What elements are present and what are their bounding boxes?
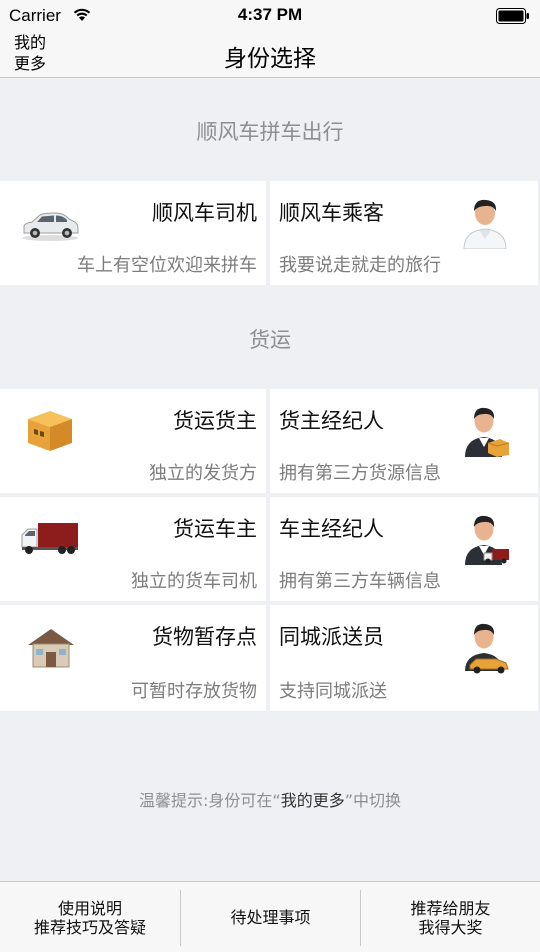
tab-usage-guide[interactable]: 使用说明 推荐技巧及答疑 bbox=[0, 882, 180, 952]
tab-label-line1: 使用说明 bbox=[57, 898, 122, 918]
card-name: 货物暂存点 bbox=[152, 625, 257, 649]
card-name: 顺风车乘客 bbox=[279, 201, 384, 225]
card-storage-point[interactable]: 货物暂存点 可暂时存放货物 bbox=[0, 605, 266, 711]
page-title: 身份选择 bbox=[224, 46, 316, 72]
hint-suffix: ”中切换 bbox=[344, 791, 401, 810]
clock: 4:37 PM bbox=[237, 5, 303, 24]
card-name: 车主经纪人 bbox=[279, 517, 384, 541]
card-desc: 拥有第三方货源信息 bbox=[279, 463, 441, 484]
card-rideshare-passenger[interactable]: 顺风车乘客 我要说走就走的旅行 bbox=[270, 181, 538, 285]
card-cargo-agent[interactable]: 货主经纪人 拥有第三方货源信息 bbox=[270, 389, 538, 493]
card-rideshare-driver[interactable]: 顺风车司机 车上有空位欢迎来拼车 bbox=[0, 181, 266, 285]
card-desc: 车上有空位欢迎来拼车 bbox=[77, 255, 257, 276]
card-name: 同城派送员 bbox=[279, 625, 384, 649]
card-desc: 支持同城派送 bbox=[279, 681, 387, 702]
tab-label-line1: 推荐给朋友 bbox=[410, 898, 491, 918]
bottom-tab-bar: 使用说明 推荐技巧及答疑 待处理事项 推荐给朋友 我得大奖 bbox=[0, 881, 540, 952]
card-truck-owner[interactable]: 货运车主 独立的货车司机 bbox=[0, 497, 266, 601]
card-cargo-owner[interactable]: 货运货主 独立的发货方 bbox=[0, 389, 266, 493]
hint-emphasis: 我的更多 bbox=[280, 791, 345, 810]
card-name: 货运车主 bbox=[173, 517, 257, 541]
battery-icon bbox=[496, 8, 529, 24]
card-name: 顺风车司机 bbox=[152, 201, 257, 225]
tab-label-line2: 推荐技巧及答疑 bbox=[33, 917, 146, 937]
switch-identity-hint: 温馨提示:身份可在“我的更多”中切换 bbox=[0, 787, 540, 811]
section-title-rideshare: 顺风车拼车出行 bbox=[196, 120, 344, 144]
section-title-freight: 货运 bbox=[249, 328, 291, 352]
card-name: 货运货主 bbox=[173, 409, 257, 433]
truck-icon bbox=[21, 523, 78, 554]
card-name: 货主经纪人 bbox=[279, 409, 384, 433]
car-icon bbox=[22, 212, 79, 241]
hint-prefix: 温馨提示:身份可在“ bbox=[139, 791, 281, 810]
status-bar: Carrier 4:37 PM bbox=[0, 0, 540, 30]
agent-with-box-icon bbox=[465, 407, 510, 457]
tab-label: 待处理事项 bbox=[230, 908, 311, 927]
card-desc: 可暂时存放货物 bbox=[131, 681, 257, 702]
agent-with-truck-icon bbox=[465, 515, 509, 565]
warehouse-icon bbox=[28, 629, 74, 668]
cardboard-box-icon bbox=[28, 411, 72, 451]
tab-pending-items[interactable]: 待处理事项 bbox=[181, 882, 360, 952]
card-city-courier[interactable]: 同城派送员 支持同城派送 bbox=[270, 605, 538, 711]
card-desc: 我要说走就走的旅行 bbox=[279, 255, 441, 276]
tab-label-line2: 我得大奖 bbox=[418, 917, 483, 937]
navigation-bar: 我的 更多 身份选择 bbox=[0, 30, 540, 78]
tab-refer-friend[interactable]: 推荐给朋友 我得大奖 bbox=[361, 882, 540, 952]
passenger-icon bbox=[463, 199, 507, 249]
card-desc: 独立的货车司机 bbox=[131, 571, 257, 592]
card-desc: 独立的发货方 bbox=[149, 463, 257, 484]
courier-icon bbox=[465, 623, 509, 674]
card-truck-agent[interactable]: 车主经纪人 拥有第三方车辆信息 bbox=[270, 497, 538, 601]
card-desc: 拥有第三方车辆信息 bbox=[279, 571, 441, 592]
